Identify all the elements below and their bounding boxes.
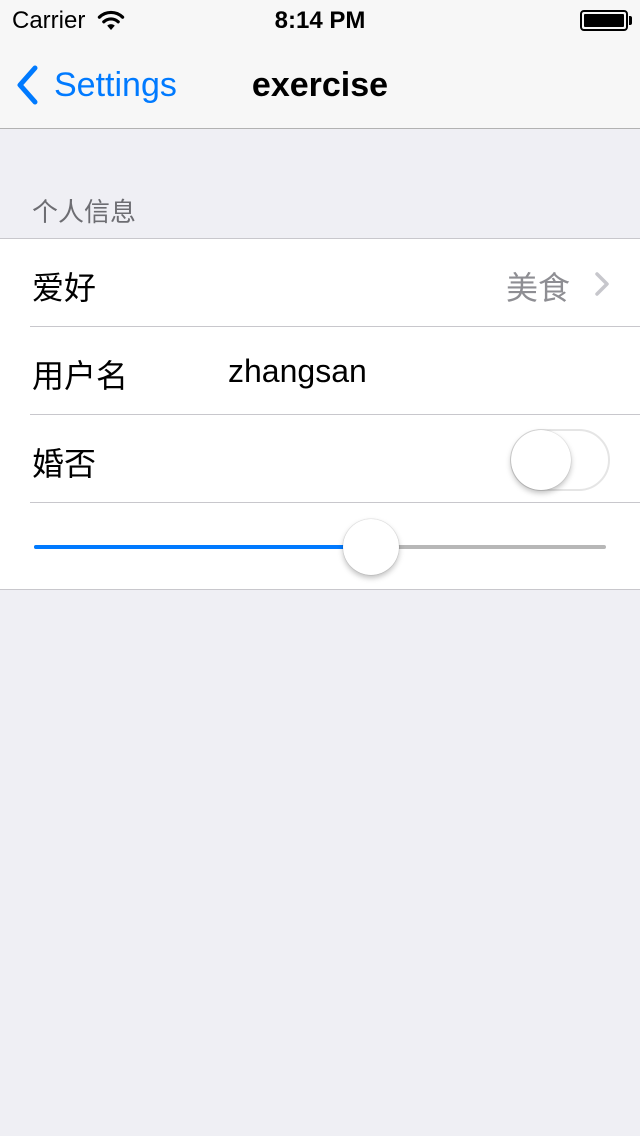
status-time: 8:14 PM [274,7,366,34]
navigation-bar: Settings exercise [0,40,640,129]
married-label: 婚否 [32,446,97,482]
section-header: 个人信息 [32,197,137,227]
chevron-right-icon [595,272,609,296]
status-bar: Carrier 8:14 PM [0,0,640,40]
hobby-detail: 美食 [505,270,570,306]
battery-icon [580,10,628,31]
username-label: 用户名 [32,358,129,394]
married-row: 婚否 [0,415,640,503]
page-title: exercise [251,66,389,104]
username-row: 用户名 [0,327,640,415]
slider-thumb[interactable] [343,519,400,575]
married-switch[interactable] [510,429,610,491]
battery-nub [629,16,632,25]
hobby-label: 爱好 [32,270,97,306]
hobby-row[interactable]: 爱好 美食 [0,239,640,327]
slider[interactable] [34,509,606,585]
slider-row [0,503,640,591]
username-input[interactable] [228,345,608,397]
slider-fill [34,545,372,549]
battery-level [584,14,624,27]
switch-knob [511,430,571,490]
table-section: 爱好 美食 用户名 婚否 [0,238,640,590]
